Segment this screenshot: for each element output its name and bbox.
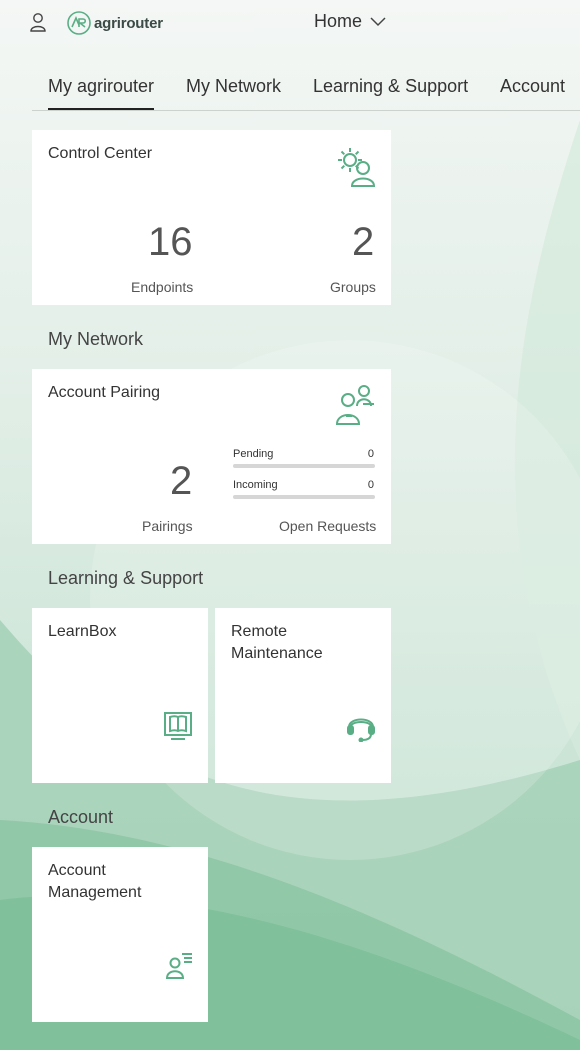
card-title: Account Management: [48, 860, 141, 904]
pairings-label: Pairings: [142, 518, 193, 534]
section-title-account: Account: [48, 807, 114, 827]
tab-account[interactable]: Account: [500, 76, 565, 97]
agrirouter-logo[interactable]: agrirouter: [67, 11, 163, 35]
remote-maintenance-card[interactable]: Remote Maintenance: [215, 608, 391, 783]
section-title-my-network: My Network: [48, 329, 144, 349]
tab-my-network[interactable]: My Network: [186, 76, 281, 97]
user-icon[interactable]: [29, 12, 47, 32]
card-title: Control Center: [48, 145, 153, 162]
learnbox-card[interactable]: LearnBox: [32, 608, 208, 783]
incoming-value: 0: [367, 479, 374, 491]
card-title: LearnBox: [48, 623, 117, 640]
card-title-line1: Account: [48, 862, 106, 879]
card-title: Account Pairing: [48, 384, 161, 401]
pending-label: Pending: [233, 448, 274, 460]
main-tabs: My agrirouter My Network Learning & Supp…: [0, 66, 580, 112]
groups-label: Groups: [330, 279, 376, 295]
headset-icon: [347, 718, 375, 742]
users-pairing-icon: [335, 385, 374, 425]
incoming-progress-bar: [233, 495, 375, 499]
section-title-learning-support: Learning & Support: [48, 568, 204, 588]
tab-learning-support[interactable]: Learning & Support: [313, 76, 468, 97]
card-title-line2: Maintenance: [231, 645, 323, 662]
chevron-down-icon: [370, 16, 386, 26]
card-title-line1: Remote: [231, 623, 288, 640]
user-list-icon: [166, 953, 192, 979]
endpoints-count: 16: [148, 220, 193, 264]
gear-user-icon: [338, 148, 376, 187]
top-bar: agrirouter Home: [0, 0, 580, 44]
book-monitor-icon: [164, 712, 192, 740]
logo-mark-icon: [67, 11, 91, 35]
endpoints-label: Endpoints: [131, 279, 194, 295]
incoming-label: Incoming: [233, 479, 278, 491]
logo-text: agrirouter: [94, 14, 163, 32]
pending-value: 0: [367, 448, 374, 460]
account-pairing-card[interactable]: Account Pairing 2 Pairings Pending 0 Inc…: [32, 369, 391, 544]
control-center-card[interactable]: Control Center 16 Endpoints 2 Groups: [32, 130, 391, 305]
pairings-count: 2: [170, 459, 193, 503]
groups-count: 2: [352, 220, 375, 264]
pending-progress-bar: [233, 464, 375, 468]
incoming-requests-row: Incoming 0: [233, 479, 375, 499]
card-title: Remote Maintenance: [231, 621, 323, 665]
account-management-card[interactable]: Account Management: [32, 847, 208, 1022]
home-label: Home: [314, 11, 363, 31]
card-title-line2: Management: [48, 884, 142, 901]
home-dropdown[interactable]: Home: [314, 11, 386, 32]
tabs-divider: [32, 110, 580, 111]
open-requests-label: Open Requests: [279, 518, 377, 534]
tab-my-agrirouter[interactable]: My agrirouter: [48, 76, 155, 110]
pending-requests-row: Pending 0: [233, 448, 375, 468]
